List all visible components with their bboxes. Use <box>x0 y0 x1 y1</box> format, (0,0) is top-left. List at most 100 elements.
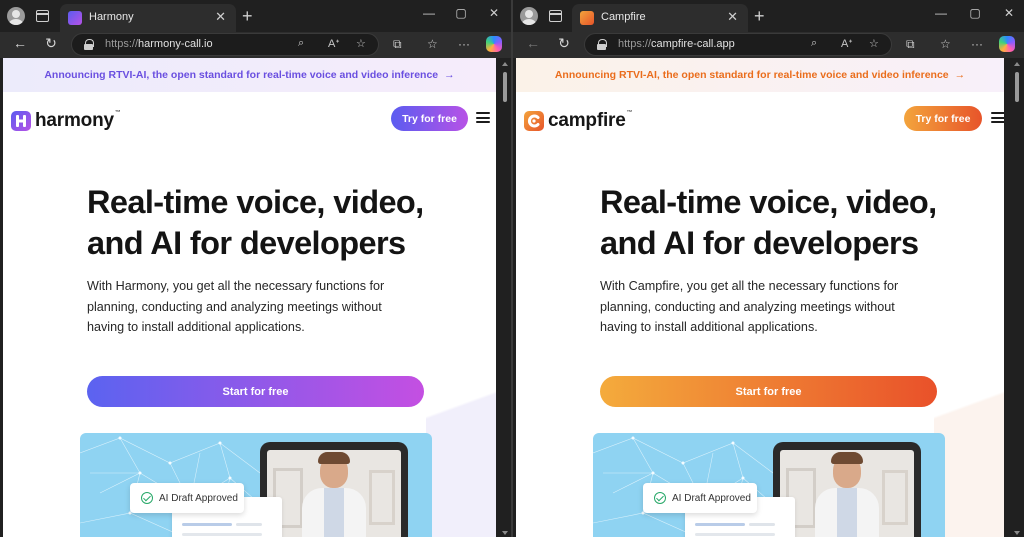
address-bar[interactable]: https://harmony-call.io ⌕ Aᐩ ☆ <box>71 33 379 56</box>
close-window-button[interactable]: ✕ <box>998 6 1020 20</box>
try-for-free-button[interactable]: Try for free <box>904 106 982 131</box>
title-bar: Harmony ✕ + — ▢ ✕ <box>0 0 512 32</box>
maximize-button[interactable]: ▢ <box>450 6 472 20</box>
harmony-logo-icon <box>11 111 31 131</box>
toolbar: ← ↻ https://campfire-call.app ⌕ Aᐩ ☆ ⧉ ☆… <box>513 32 1024 58</box>
ai-draft-label: AI Draft Approved <box>672 492 751 504</box>
url-host: harmony-call.io <box>138 38 213 50</box>
profile-avatar-icon[interactable] <box>520 7 538 25</box>
reload-button[interactable]: ↻ <box>554 35 574 52</box>
more-icon[interactable]: ··· <box>458 37 470 51</box>
try-for-free-button[interactable]: Try for free <box>391 106 468 131</box>
url-text[interactable]: https://harmony-call.io <box>105 38 213 50</box>
url-text[interactable]: https://campfire-call.app <box>618 38 735 50</box>
ai-draft-badge: AI Draft Approved <box>643 483 757 513</box>
profile-avatar-icon[interactable] <box>7 7 25 25</box>
lock-icon[interactable] <box>597 39 607 50</box>
hero-image: AI Draft Approved <box>593 433 945 537</box>
minimize-button[interactable]: — <box>418 6 440 20</box>
brand-text: harmony <box>35 110 114 131</box>
read-aloud-icon[interactable]: Aᐩ <box>841 37 853 50</box>
video-call-screen <box>780 450 914 537</box>
hero-title: Real-time voice, video, and AI for devel… <box>600 184 937 261</box>
check-circle-icon <box>654 492 666 504</box>
title-bar: Campfire ✕ + — ▢ ✕ <box>513 0 1024 32</box>
scroll-thumb[interactable] <box>1015 72 1019 102</box>
hamburger-menu-icon[interactable] <box>476 112 490 123</box>
site-header: harmony™ Try for free <box>3 92 496 146</box>
tablet-graphic <box>773 442 921 537</box>
zoom-icon[interactable]: ⌕ <box>811 37 817 50</box>
start-for-free-button[interactable]: Start for free <box>87 376 424 407</box>
hamburger-menu-icon[interactable] <box>991 112 1004 123</box>
announcement-banner[interactable]: Announcing RTVI-AI, the open standard fo… <box>3 58 496 92</box>
scroll-thumb[interactable] <box>503 72 507 102</box>
favorite-star-icon[interactable]: ☆ <box>356 37 366 50</box>
tab-actions-icon[interactable] <box>36 10 49 22</box>
more-icon[interactable]: ··· <box>971 37 983 51</box>
brand-text: campfire <box>548 110 626 131</box>
harmony-favicon-icon <box>68 11 82 25</box>
extensions-icon[interactable]: ⧉ <box>906 37 915 52</box>
campfire-logo-icon <box>524 111 544 131</box>
page-harmony: Announcing RTVI-AI, the open standard fo… <box>3 58 496 537</box>
scrollbar[interactable] <box>498 58 512 537</box>
video-call-screen <box>267 450 401 537</box>
trademark: ™ <box>114 110 121 116</box>
ai-draft-badge: AI Draft Approved <box>130 483 244 513</box>
extensions-icon[interactable]: ⧉ <box>393 37 402 52</box>
toolbar: ← ↻ https://harmony-call.io ⌕ Aᐩ ☆ ⧉ ☆ ·… <box>0 32 512 58</box>
favorites-icon[interactable]: ☆ <box>940 37 951 51</box>
tab-close-icon[interactable]: ✕ <box>727 9 738 25</box>
browser-window-harmony: Harmony ✕ + — ▢ ✕ ← ↻ https://harmony-ca… <box>0 0 512 537</box>
hero-subtitle: With Harmony, you get all the necessary … <box>87 279 385 335</box>
minimize-button[interactable]: — <box>930 6 952 20</box>
new-tab-button[interactable]: + <box>754 6 765 27</box>
url-scheme: https:// <box>618 38 652 50</box>
read-aloud-icon[interactable]: Aᐩ <box>328 37 340 50</box>
tab-harmony[interactable]: Harmony ✕ <box>60 4 236 32</box>
browser-window-campfire: Campfire ✕ + — ▢ ✕ ← ↻ https://campfire-… <box>513 0 1024 537</box>
tab-title: Campfire <box>601 11 646 23</box>
close-window-button[interactable]: ✕ <box>483 6 505 20</box>
trademark: ™ <box>626 110 633 116</box>
copilot-icon[interactable] <box>486 36 502 52</box>
brand-name: campfire™ <box>548 110 633 132</box>
reload-button[interactable]: ↻ <box>41 35 61 52</box>
tab-title: Harmony <box>89 11 134 23</box>
scrollbar[interactable] <box>1010 58 1024 537</box>
campfire-logo[interactable]: campfire™ <box>524 110 633 132</box>
lock-icon[interactable] <box>84 39 94 50</box>
tablet-graphic <box>260 442 408 537</box>
favorites-icon[interactable]: ☆ <box>427 37 438 51</box>
url-host: campfire-call.app <box>651 38 735 50</box>
copilot-icon[interactable] <box>999 36 1015 52</box>
brand-name: harmony™ <box>35 110 121 132</box>
hero-title: Real-time voice, video, and AI for devel… <box>87 184 424 261</box>
maximize-button[interactable]: ▢ <box>964 6 986 20</box>
back-button[interactable]: ← <box>523 35 543 51</box>
tab-campfire[interactable]: Campfire ✕ <box>572 4 748 32</box>
zoom-icon[interactable]: ⌕ <box>298 37 304 50</box>
hero-image: AI Draft Approved <box>80 433 432 537</box>
hero-subtitle: With Campfire, you get all the necessary… <box>600 279 899 335</box>
ai-draft-label: AI Draft Approved <box>159 492 238 504</box>
arrow-right-icon: → <box>444 69 455 81</box>
tab-close-icon[interactable]: ✕ <box>215 9 226 25</box>
site-header: campfire™ Try for free <box>516 92 1004 146</box>
tab-actions-icon[interactable] <box>549 10 562 22</box>
banner-text: Announcing RTVI-AI, the open standard fo… <box>554 69 949 81</box>
address-bar[interactable]: https://campfire-call.app ⌕ Aᐩ ☆ <box>584 33 892 56</box>
announcement-banner[interactable]: Announcing RTVI-AI, the open standard fo… <box>516 58 1004 92</box>
start-for-free-button[interactable]: Start for free <box>600 376 937 407</box>
banner-text: Announcing RTVI-AI, the open standard fo… <box>44 69 439 81</box>
background-shape <box>426 288 496 537</box>
back-button[interactable]: ← <box>10 35 30 51</box>
url-scheme: https:// <box>105 38 139 50</box>
campfire-favicon-icon <box>580 11 594 25</box>
new-tab-button[interactable]: + <box>242 6 253 27</box>
arrow-right-icon: → <box>954 69 966 81</box>
favorite-star-icon[interactable]: ☆ <box>869 37 879 50</box>
harmony-logo[interactable]: harmony™ <box>11 110 121 132</box>
page-campfire: Announcing RTVI-AI, the open standard fo… <box>516 58 1004 537</box>
